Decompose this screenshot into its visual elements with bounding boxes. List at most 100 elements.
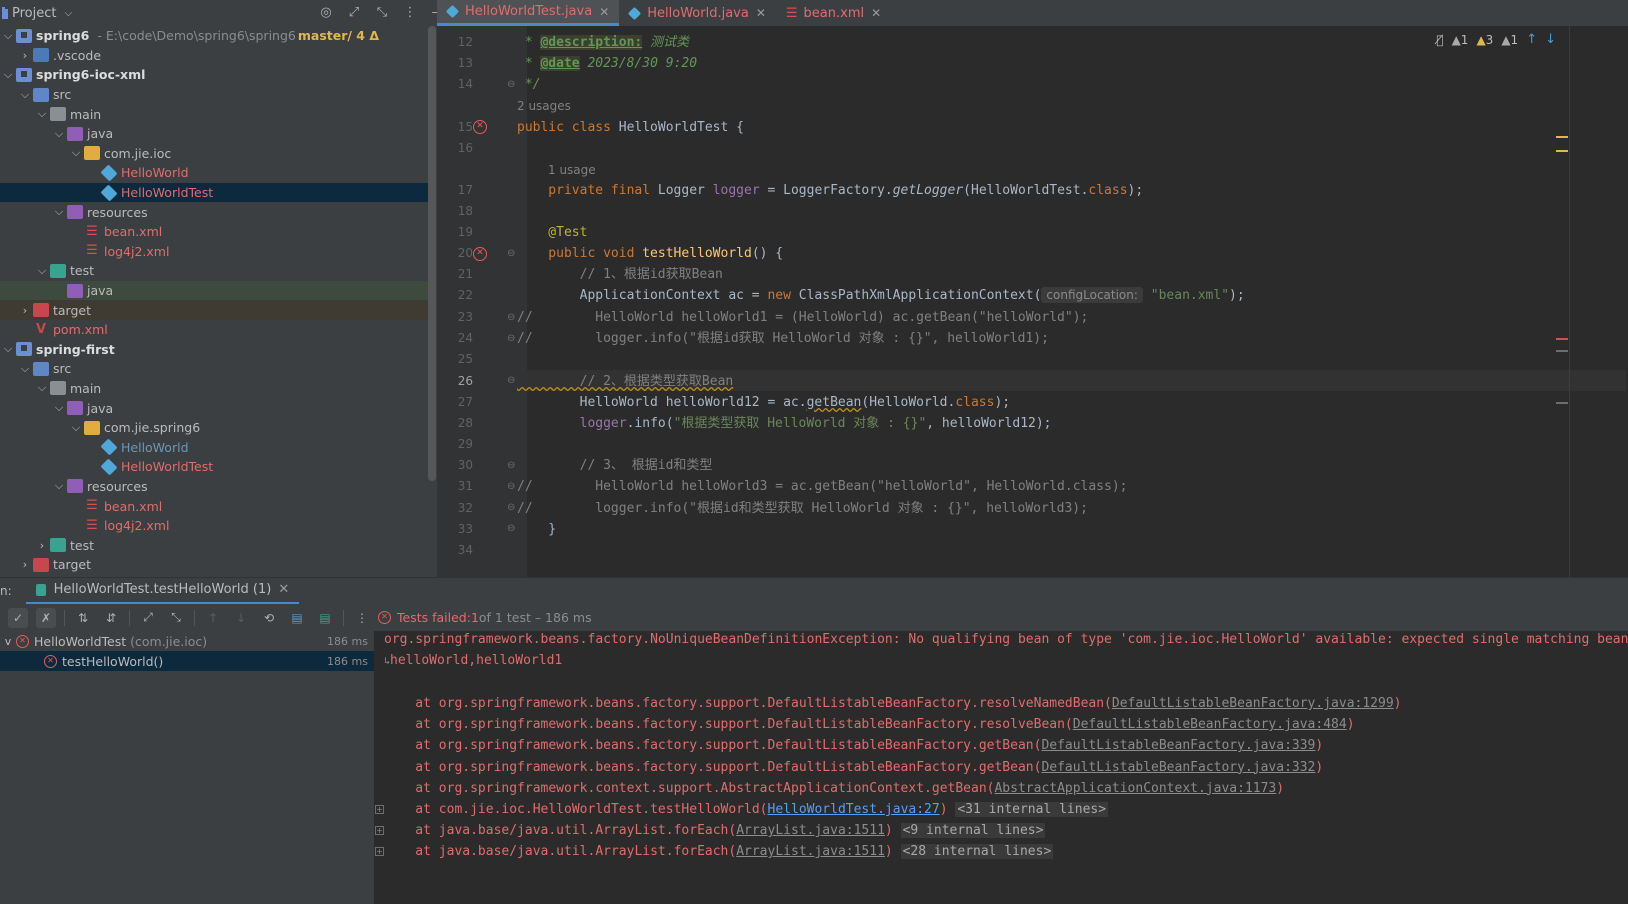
warning-stripe[interactable] bbox=[1556, 136, 1568, 138]
export-icon[interactable]: ▤ bbox=[287, 608, 307, 628]
tree-node-spring6[interactable]: ⌵ spring6 - E:\code\Demo\spring6\spring6 ma… bbox=[0, 26, 428, 46]
tree-node-log4j2-xml[interactable]: ☰ log4j2.xml bbox=[0, 516, 428, 536]
chevron-down-icon[interactable]: ⌵ bbox=[0, 29, 16, 43]
tree-node-pom-xml[interactable]: Vpom.xml bbox=[0, 320, 428, 340]
project-title[interactable]: Project bbox=[12, 6, 56, 21]
tree-node-resources[interactable]: ⌵ resources bbox=[0, 477, 428, 497]
line-number[interactable]: 30 bbox=[437, 458, 473, 472]
line-number[interactable]: 14 bbox=[437, 77, 473, 91]
tree-node-bean-xml[interactable]: ☰ bean.xml bbox=[0, 222, 428, 242]
arrow-down-icon[interactable]: ↓ bbox=[1545, 32, 1556, 47]
tree-node-target[interactable]: › target bbox=[0, 300, 428, 320]
tree-node-com-jie-ioc[interactable]: ⌵ com.jie.ioc bbox=[0, 144, 428, 164]
chevron-down-icon[interactable]: ⌵ bbox=[34, 381, 50, 395]
chevron-down-icon[interactable]: ⌵ bbox=[51, 479, 67, 493]
line-number[interactable]: 18 bbox=[437, 204, 473, 218]
fold-icon[interactable]: ⊖ bbox=[507, 333, 515, 344]
line-number[interactable]: 31 bbox=[437, 479, 473, 493]
internal-lines-fold[interactable]: <31 internal lines> bbox=[955, 802, 1109, 817]
import-icon[interactable]: ▤ bbox=[315, 608, 335, 628]
line-number[interactable]: 27 bbox=[437, 395, 473, 409]
chevron-right-icon[interactable]: › bbox=[17, 304, 33, 317]
chevron-down-icon[interactable]: v bbox=[0, 635, 16, 648]
expand-icon[interactable]: + bbox=[375, 805, 384, 814]
tab-helloworldtest-java[interactable]: HelloWorldTest.java ✕ bbox=[437, 0, 620, 26]
warning-count[interactable]: ▲3 bbox=[1476, 33, 1493, 47]
source-link[interactable]: HelloWorldTest.java:27 bbox=[768, 802, 940, 817]
more-options-icon[interactable]: ⋮ bbox=[402, 4, 418, 20]
chevron-down-icon[interactable]: ⌵ bbox=[51, 205, 67, 219]
tree-node-spring6-ioc-xml[interactable]: ⌵ spring6-ioc-xml bbox=[0, 65, 428, 85]
source-link[interactable]: DefaultListableBeanFactory.java:484 bbox=[1073, 717, 1347, 732]
line-number[interactable]: 23 bbox=[437, 310, 473, 324]
tab-bean-xml[interactable]: ☰ bean.xml ✕ bbox=[776, 0, 891, 26]
line-number[interactable]: 29 bbox=[437, 437, 473, 451]
tree-node-spring-first[interactable]: ⌵ spring-first bbox=[0, 340, 428, 360]
source-link[interactable]: ArrayList.java:1511 bbox=[736, 844, 885, 859]
line-number[interactable]: 17 bbox=[437, 183, 473, 197]
tree-node-java[interactable]: ⌵ java bbox=[0, 124, 428, 144]
error-icon[interactable]: ✕ bbox=[473, 247, 487, 261]
tree-node-main[interactable]: ⌵ main bbox=[0, 379, 428, 399]
source-link[interactable]: DefaultListableBeanFactory.java:339 bbox=[1041, 738, 1315, 753]
chevron-down-icon[interactable]: ⌵ bbox=[0, 342, 16, 356]
tree-node-main[interactable]: ⌵ main bbox=[0, 104, 428, 124]
fold-icon[interactable]: ⊖ bbox=[507, 502, 515, 513]
show-ignored-icon[interactable]: ✗ bbox=[36, 607, 56, 628]
chevron-down-icon[interactable]: ⌵ bbox=[51, 127, 67, 141]
warning-stripe[interactable] bbox=[1556, 150, 1568, 152]
chevron-down-icon[interactable]: ⌵ bbox=[64, 8, 72, 19]
weak-warning-count[interactable]: ▲1 bbox=[1501, 33, 1518, 47]
chevron-down-icon[interactable]: ⌵ bbox=[0, 68, 16, 82]
tree-node-java[interactable]: java bbox=[0, 280, 428, 301]
test-history-icon[interactable]: ⟲ bbox=[259, 608, 279, 628]
line-number[interactable]: 12 bbox=[437, 35, 473, 49]
editor-scrollbar[interactable] bbox=[1569, 26, 1570, 577]
line-number[interactable]: 15 bbox=[437, 120, 473, 134]
code-editor[interactable]: 12 13 14 15 16 17 18 19 20 21 22 23 24 25 26 27 28 29 30 31… bbox=[437, 26, 1628, 577]
tree-node-helloworld[interactable]: HelloWorld bbox=[0, 437, 428, 457]
close-icon[interactable]: ✕ bbox=[756, 6, 766, 20]
line-number[interactable]: 19 bbox=[437, 225, 473, 239]
line-number[interactable]: 26 bbox=[437, 374, 473, 388]
chevron-right-icon[interactable]: › bbox=[34, 539, 50, 552]
info-stripe[interactable] bbox=[1556, 350, 1568, 352]
collapse-all-icon[interactable]: ⤡ bbox=[374, 4, 390, 20]
test-class-row[interactable]: v ✕ HelloWorldTest (com.jie.ioc) 186 ms bbox=[0, 631, 374, 651]
line-number[interactable]: 21 bbox=[437, 267, 473, 281]
tree-node-resources[interactable]: ⌵ resources bbox=[0, 202, 428, 222]
chevron-down-icon[interactable]: ⌵ bbox=[34, 107, 50, 121]
fold-icon[interactable]: ⊖ bbox=[507, 79, 515, 90]
tree-node-helloworld[interactable]: HelloWorld bbox=[0, 163, 428, 183]
line-number[interactable]: 33 bbox=[437, 522, 473, 536]
tree-node-log4j2-xml[interactable]: ☰ log4j2.xml bbox=[0, 242, 428, 262]
line-number[interactable]: 22 bbox=[437, 288, 473, 302]
test-console[interactable]: ✕ Tests failed: 1 of 1 test – 186 ms org… bbox=[374, 604, 1628, 904]
source-link[interactable]: ArrayList.java:1511 bbox=[736, 823, 885, 838]
source-link[interactable]: DefaultListableBeanFactory.java:332 bbox=[1041, 760, 1315, 775]
chevron-right-icon[interactable]: › bbox=[17, 558, 33, 571]
fold-icon[interactable]: ⊖ bbox=[507, 523, 515, 534]
line-number[interactable]: 25 bbox=[437, 352, 473, 366]
fold-icon[interactable]: ⊖ bbox=[507, 248, 515, 259]
tree-node-test[interactable]: › test bbox=[0, 535, 428, 555]
test-method-row[interactable]: ✕ testHelloWorld() 186 ms bbox=[0, 651, 374, 671]
chevron-down-icon[interactable]: ⌵ bbox=[34, 264, 50, 278]
line-number[interactable]: 32 bbox=[437, 501, 473, 515]
target-icon[interactable]: ◎ bbox=[318, 4, 334, 20]
sort-alphabetically-icon[interactable]: ⇅ bbox=[73, 608, 93, 628]
expand-icon[interactable]: + bbox=[375, 847, 384, 857]
show-passed-icon[interactable]: ✓ bbox=[8, 607, 28, 628]
minimize-icon[interactable]: — bbox=[430, 4, 438, 20]
expand-icon[interactable]: + bbox=[375, 826, 384, 836]
tree-node-target[interactable]: › target bbox=[0, 555, 428, 575]
fold-icon[interactable]: ⊖ bbox=[507, 312, 515, 323]
tree-node--vscode[interactable]: › .vscode bbox=[0, 46, 428, 66]
tree-node-src[interactable]: ⌵ src bbox=[0, 359, 428, 379]
chevron-down-icon[interactable]: ⌵ bbox=[17, 88, 33, 102]
fold-icon[interactable]: ⊖ bbox=[507, 375, 515, 386]
usages-hint[interactable]: 1 usage bbox=[548, 160, 596, 181]
project-tree-scrollbar[interactable] bbox=[428, 26, 436, 481]
close-icon[interactable]: ✕ bbox=[278, 582, 289, 597]
chevron-down-icon[interactable]: ⌵ bbox=[68, 146, 84, 160]
